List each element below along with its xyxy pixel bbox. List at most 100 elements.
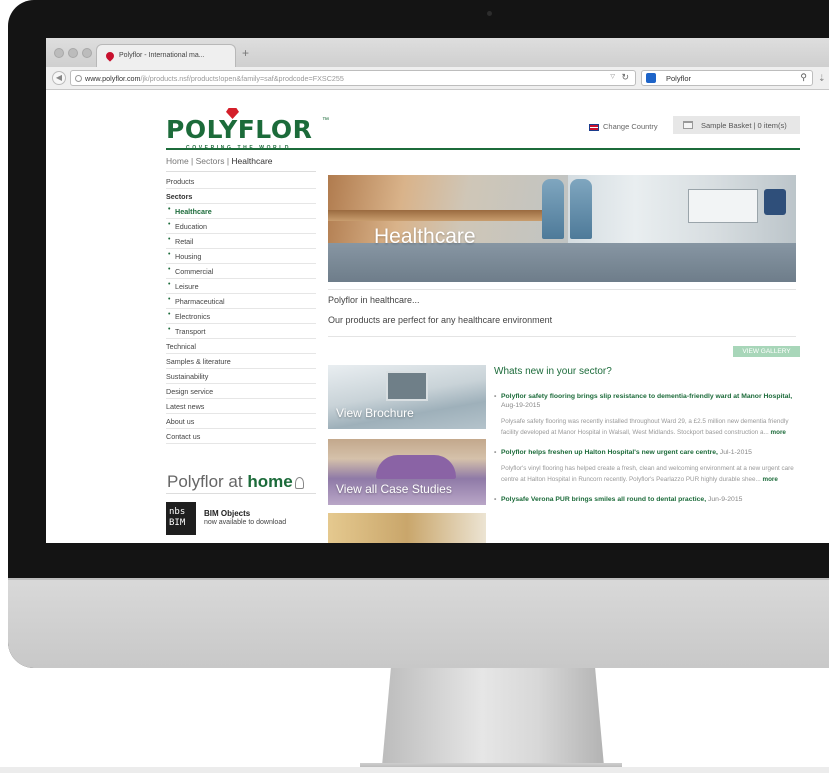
news-title[interactable]: Polysafe Verona PUR brings smiles all ro… [494,495,800,504]
view-brochure-tile[interactable]: View Brochure [328,365,486,429]
news-body: Polyflor's vinyl flooring has helped cre… [494,463,800,485]
intro-divider [328,289,796,290]
news-heading: Whats new in your sector? [494,366,612,377]
sidebar-item-sustainability[interactable]: Sustainability [166,369,316,384]
news-title-text[interactable]: Polysafe Verona PUR brings smiles all ro… [501,496,706,503]
sidebar-item-sectors[interactable]: Sectors [166,189,316,204]
sidebar-item-samples-literature[interactable]: Samples & literature [166,354,316,369]
news-title-text[interactable]: Polyflor helps freshen up Halton Hospita… [501,449,718,456]
monitor-chin [8,578,829,668]
sidebar-item-pharmaceutical[interactable]: Pharmaceutical [166,294,316,309]
at-home-prefix: Polyflor [167,472,224,491]
chevron-down-icon[interactable]: ▽ [610,73,615,80]
sidebar-item-leisure[interactable]: Leisure [166,279,316,294]
view-gallery-button[interactable]: VIEW GALLERY [733,346,800,357]
intro-text: Our products are perfect for any healthc… [328,315,553,325]
sidebar-item-retail[interactable]: Retail [166,234,316,249]
news-gap [494,438,800,448]
screen: Polyflor - International ma... + ◀ www.p… [46,38,829,543]
address-bar[interactable]: www.polyflor.com/jk/products.nsf/product… [70,70,636,86]
sidebar-item-design-service[interactable]: Design service [166,384,316,399]
house-icon [294,476,304,489]
nbs-logo-line2: BIM [169,518,186,528]
at-home-at: at [228,472,243,491]
change-country-link[interactable]: Change Country [589,122,658,131]
web-page: POLYFLOR ™ COVERING THE WORLD Change Cou… [46,91,829,543]
breadcrumb-sectors[interactable]: Sectors [196,156,225,166]
search-engine-icon[interactable] [646,73,656,83]
partial-tile[interactable] [328,513,486,543]
case-studies-tile[interactable]: View all Case Studies [328,439,486,505]
chin-divider [8,578,829,580]
breadcrumb-home[interactable]: Home [166,156,189,166]
bim-objects-banner[interactable]: nbs BIM BIM Objects now available to dow… [166,502,316,537]
webcam [487,11,492,16]
tab-title: Polyflor - International ma... [119,52,205,59]
minimize-window-button[interactable] [68,48,78,58]
news-date: Jul-1-2015 [719,449,752,456]
header-divider [166,148,800,150]
sample-basket-button[interactable]: Sample Basket | 0 item(s) [673,116,800,134]
url-host: www.polyflor.com [85,74,141,83]
hero-staff-figure [542,179,564,239]
at-home-divider [166,493,316,494]
sidebar-nav: Products Sectors Healthcare Education Re… [166,174,316,444]
hero-wooden-rail [328,210,558,221]
change-country-label: Change Country [603,122,658,131]
bim-title: BIM Objects [204,509,251,518]
breadcrumb-divider [166,171,316,172]
breadcrumb-separator: | [188,156,196,166]
tile-caption: View all Case Studies [336,482,452,496]
sidebar-item-education[interactable]: Education [166,219,316,234]
sidebar-item-transport[interactable]: Transport [166,324,316,339]
more-link[interactable]: more [771,429,786,436]
uk-flag-icon [589,123,599,131]
polyflor-at-home-banner[interactable]: Polyflor at home [167,472,317,492]
news-title-text[interactable]: Polyflor safety flooring brings slip res… [501,393,792,400]
sidebar-item-commercial[interactable]: Commercial [166,264,316,279]
sidebar-item-latest-news[interactable]: Latest news [166,399,316,414]
sidebar-item-housing[interactable]: Housing [166,249,316,264]
logo-trademark: ™ [322,117,329,124]
news-title[interactable]: Polyflor helps freshen up Halton Hospita… [494,448,800,457]
sample-basket-label: Sample Basket | 0 item(s) [701,121,787,130]
browser-tab-bar: Polyflor - International ma... + [46,38,829,67]
healthcare-hero-image: Healthcare [328,175,796,282]
news-title[interactable]: Polyflor safety flooring brings slip res… [494,392,800,410]
breadcrumb-current: Healthcare [231,156,273,166]
search-icon[interactable]: ⚲ [800,72,807,83]
breadcrumb: Home | Sectors | Healthcare [166,156,273,166]
browser-toolbar: ◀ www.polyflor.com/jk/products.nsf/produ… [46,67,829,90]
news-body-text: Polysafe safety flooring was recently in… [501,418,789,436]
sidebar-item-contact-us[interactable]: Contact us [166,429,316,444]
download-icon[interactable]: ⇣ [818,73,826,84]
corridor-door [386,371,428,401]
hero-chair [764,189,786,215]
new-tab-button[interactable]: + [242,46,249,60]
nbs-logo-line1: nbs [169,507,186,517]
at-home-home: home [247,472,293,491]
sidebar-item-electronics[interactable]: Electronics [166,309,316,324]
sidebar-item-products[interactable]: Products [166,174,316,189]
news-date: Jun-9-2015 [708,496,743,503]
nbs-bim-logo: nbs BIM [166,502,196,535]
globe-icon [75,75,82,82]
back-button[interactable]: ◀ [52,71,66,85]
bim-subtitle: now available to download [204,519,287,526]
reload-icon[interactable]: ↻ [621,72,629,83]
search-bar[interactable]: Polyflor ⚲ [641,70,813,86]
reception-desk [376,455,456,479]
news-section: Whats new in your sector? Polyflor safet… [494,366,800,504]
sidebar-item-about-us[interactable]: About us [166,414,316,429]
hero-staff-figure [570,179,592,239]
sidebar-item-technical[interactable]: Technical [166,339,316,354]
browser-tab[interactable]: Polyflor - International ma... [96,44,236,67]
close-window-button[interactable] [54,48,64,58]
zoom-window-button[interactable] [82,48,92,58]
polyflor-favicon-icon [104,50,116,62]
sidebar-item-healthcare[interactable]: Healthcare [166,204,316,219]
polyflor-logo[interactable]: POLYFLOR ™ COVERING THE WORLD [166,108,336,153]
more-link[interactable]: more [762,476,777,483]
intro-heading: Polyflor in healthcare... [328,295,420,305]
basket-icon [683,121,693,129]
